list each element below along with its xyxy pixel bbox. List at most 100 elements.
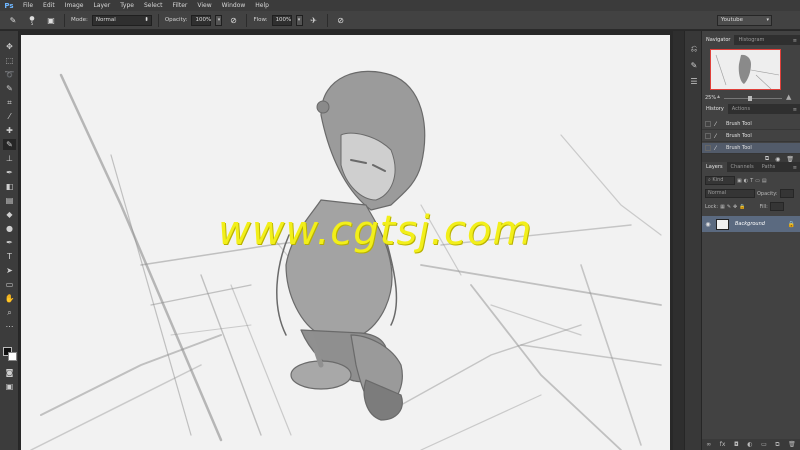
clone-stamp-tool-icon[interactable]: ⊥ bbox=[3, 153, 16, 164]
path-selection-tool-icon[interactable]: ➤ bbox=[3, 265, 16, 276]
filter-type-icon[interactable]: T bbox=[750, 178, 753, 184]
adjustments-panel-icon[interactable]: ☰ bbox=[688, 75, 700, 87]
menu-view[interactable]: View bbox=[192, 0, 216, 11]
airbrush-icon[interactable]: ✈ bbox=[307, 14, 321, 27]
eye-icon[interactable]: ◉ bbox=[702, 221, 714, 228]
layer-blend-row: Normal Opacity: bbox=[705, 189, 794, 198]
workspace-select[interactable]: Youtube ▾ bbox=[717, 15, 772, 26]
panel-menu-icon[interactable]: ≡ bbox=[793, 106, 800, 114]
brush-preset-icon[interactable]: ✎ bbox=[6, 14, 20, 27]
screen-mode-icon[interactable]: ▣ bbox=[3, 381, 16, 392]
layer-name[interactable]: Background bbox=[735, 221, 765, 227]
eraser-tool-icon[interactable]: ◧ bbox=[3, 181, 16, 192]
panel-menu-icon[interactable]: ≡ bbox=[793, 164, 800, 172]
layer-opacity-input[interactable] bbox=[779, 189, 794, 198]
tab-actions[interactable]: Actions bbox=[728, 104, 754, 114]
blur-tool-icon[interactable]: ◆ bbox=[3, 209, 16, 220]
vertical-scrollbar[interactable] bbox=[673, 31, 684, 450]
zoom-tool-icon[interactable]: ⌕ bbox=[3, 307, 16, 318]
zoom-slider-handle[interactable] bbox=[748, 96, 752, 101]
pen-tool-icon[interactable]: ✒ bbox=[3, 237, 16, 248]
quick-select-tool-icon[interactable]: ✎ bbox=[3, 83, 16, 94]
layer-style-icon[interactable]: fx bbox=[720, 441, 726, 448]
hand-tool-icon[interactable]: ✋ bbox=[3, 293, 16, 304]
lock-all-icon[interactable]: 🔒 bbox=[739, 204, 745, 210]
menu-image[interactable]: Image bbox=[60, 0, 89, 11]
brush-panel-toggle-icon[interactable]: ▣ bbox=[44, 14, 58, 27]
history-source-box[interactable] bbox=[705, 133, 711, 139]
brush-tool-icon[interactable]: ✎ bbox=[3, 139, 16, 150]
tab-layers[interactable]: Layers bbox=[702, 162, 727, 172]
menu-window[interactable]: Window bbox=[217, 0, 251, 11]
panel-menu-icon[interactable]: ≡ bbox=[793, 37, 800, 45]
lock-transparent-icon[interactable]: ▦ bbox=[720, 204, 725, 210]
blend-mode-select[interactable]: Normal bbox=[705, 189, 755, 198]
background-color-swatch[interactable] bbox=[8, 352, 17, 361]
layer-row-background[interactable]: ◉ Background 🔒 bbox=[702, 216, 800, 232]
tab-navigator[interactable]: Navigator bbox=[702, 35, 735, 45]
quick-mask-icon[interactable]: ◙ bbox=[3, 367, 16, 378]
tab-paths[interactable]: Paths bbox=[758, 162, 780, 172]
more-tools-icon[interactable]: ⋯ bbox=[3, 321, 16, 332]
zoom-slider[interactable] bbox=[724, 98, 782, 99]
history-item[interactable]: ⁄ Brush Tool bbox=[702, 131, 800, 142]
history-panel-icon[interactable]: ⎌ bbox=[688, 43, 700, 55]
menu-edit[interactable]: Edit bbox=[38, 0, 60, 11]
type-tool-icon[interactable]: T bbox=[3, 251, 16, 262]
opacity-input[interactable]: 100% bbox=[191, 14, 212, 26]
brush-size-picker[interactable]: ● 5 bbox=[24, 14, 40, 27]
canvas-area[interactable]: www.cgtsj.com bbox=[19, 31, 684, 450]
filter-adjustment-icon[interactable]: ◐ bbox=[744, 178, 748, 184]
flow-input[interactable]: 100% bbox=[271, 14, 292, 26]
dodge-tool-icon[interactable]: ● bbox=[3, 223, 16, 234]
history-source-box[interactable] bbox=[705, 121, 711, 127]
new-layer-icon[interactable]: ⧉ bbox=[775, 441, 779, 449]
lock-position-icon[interactable]: ✥ bbox=[733, 204, 737, 210]
lock-pixels-icon[interactable]: ✎ bbox=[727, 204, 731, 210]
gradient-tool-icon[interactable]: ▤ bbox=[3, 195, 16, 206]
color-swatches[interactable] bbox=[3, 347, 17, 361]
navigator-zoom-value[interactable]: 25% bbox=[705, 95, 716, 101]
tab-history[interactable]: History bbox=[702, 104, 728, 114]
navigator-view-box[interactable] bbox=[710, 49, 781, 90]
layer-kind-select[interactable]: ⌕ Kind bbox=[705, 176, 735, 185]
shape-tool-icon[interactable]: ▭ bbox=[3, 279, 16, 290]
healing-brush-tool-icon[interactable]: ✚ bbox=[3, 125, 16, 136]
filter-smart-icon[interactable]: ▤ bbox=[762, 178, 767, 184]
menu-help[interactable]: Help bbox=[250, 0, 274, 11]
tab-channels[interactable]: Channels bbox=[727, 162, 758, 172]
brush-presets-icon[interactable]: ✎ bbox=[688, 59, 700, 71]
adjustment-layer-icon[interactable]: ◐ bbox=[747, 441, 752, 448]
history-item[interactable]: ⁄ Brush Tool bbox=[702, 119, 800, 130]
navigator-preview[interactable] bbox=[702, 45, 800, 93]
marquee-tool-icon[interactable]: ⬚ bbox=[3, 55, 16, 66]
link-layers-icon[interactable]: ∞ bbox=[706, 441, 711, 448]
history-item[interactable]: ⁄ Brush Tool bbox=[702, 143, 800, 154]
trash-icon[interactable]: 🗑 bbox=[788, 441, 796, 448]
opacity-dropdown[interactable]: ▾ bbox=[215, 14, 223, 26]
menu-select[interactable]: Select bbox=[139, 0, 168, 11]
lasso-tool-icon[interactable]: ➰ bbox=[3, 69, 16, 80]
menu-file[interactable]: File bbox=[18, 0, 38, 11]
menu-type[interactable]: Type bbox=[115, 0, 139, 11]
filter-shape-icon[interactable]: ▭ bbox=[755, 178, 760, 184]
zoom-out-icon[interactable]: ▴ bbox=[717, 93, 720, 100]
history-source-box[interactable] bbox=[705, 145, 711, 151]
layer-fill-input[interactable] bbox=[769, 202, 784, 211]
add-mask-icon[interactable]: ◘ bbox=[734, 441, 739, 448]
zoom-in-icon[interactable]: ▲ bbox=[786, 93, 791, 101]
menu-filter[interactable]: Filter bbox=[168, 0, 193, 11]
menu-layer[interactable]: Layer bbox=[88, 0, 115, 11]
crop-tool-icon[interactable]: ⌗ bbox=[3, 97, 16, 108]
move-tool-icon[interactable]: ✥ bbox=[3, 41, 16, 52]
pressure-size-icon[interactable]: ⊘ bbox=[334, 14, 348, 27]
eyedropper-tool-icon[interactable]: ⁄ bbox=[3, 111, 16, 122]
flow-dropdown[interactable]: ▾ bbox=[295, 14, 303, 26]
history-brush-tool-icon[interactable]: ✒ bbox=[3, 167, 16, 178]
filter-pixel-icon[interactable]: ▣ bbox=[737, 178, 742, 184]
mode-select[interactable]: Normal ⬍ bbox=[91, 14, 152, 26]
tab-histogram[interactable]: Histogram bbox=[734, 35, 768, 45]
new-group-icon[interactable]: ▭ bbox=[761, 441, 767, 448]
pressure-opacity-icon[interactable]: ⊘ bbox=[226, 14, 240, 27]
document-canvas[interactable]: www.cgtsj.com bbox=[21, 35, 670, 450]
